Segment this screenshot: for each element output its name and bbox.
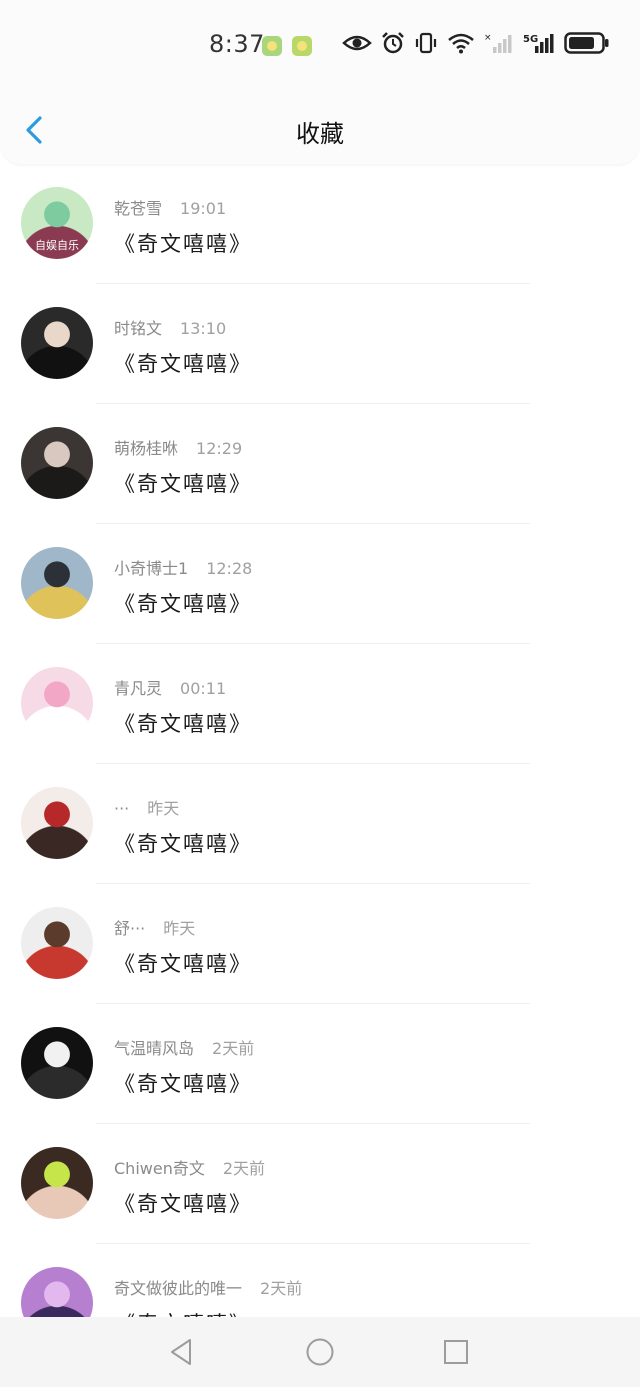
- square-recents-icon[interactable]: [440, 1336, 472, 1368]
- item-meta: 青凡灵 00:11: [114, 675, 226, 699]
- title-bar: 收藏: [0, 92, 640, 164]
- avatar[interactable]: 自娱自乐: [21, 187, 93, 259]
- avatar[interactable]: [21, 1147, 93, 1219]
- item-message: 《奇文嘻嘻》: [114, 712, 252, 736]
- item-message: 《奇文嘻嘻》: [114, 352, 252, 376]
- item-time: 2天前: [212, 1039, 255, 1058]
- list-item[interactable]: 舒··· 昨天《奇文嘻嘻》: [0, 884, 640, 1004]
- sender-name: 气温晴风岛: [114, 1039, 195, 1058]
- sender-name: 乾苍雪: [114, 199, 163, 218]
- signal-icon: ×: [484, 33, 512, 53]
- item-meta: 萌杨桂咻 12:29: [114, 435, 242, 459]
- item-message: 《奇文嘻嘻》: [114, 1192, 252, 1216]
- favorites-list: 自娱自乐 乾苍雪 19:01 《奇文嘻嘻》 时铭文 13:10 《奇文嘻嘻》 萌杨桂咻 12:2…: [0, 164, 640, 1317]
- status-icons: × 5G: [342, 31, 610, 55]
- item-meta: 乾苍雪 19:01: [114, 195, 226, 219]
- list-item[interactable]: 自娱自乐 乾苍雪 19:01 《奇文嘻嘻》: [0, 164, 640, 284]
- vibrate-icon: [415, 32, 437, 54]
- item-time: 2天前: [260, 1279, 303, 1298]
- sender-name: 时铭文: [114, 319, 163, 338]
- avatar[interactable]: [21, 907, 93, 979]
- list-item[interactable]: 气温晴风岛 2天前《奇文嘻嘻》: [0, 1004, 640, 1124]
- item-message: 《奇文嘻嘻》: [114, 472, 252, 496]
- item-time: 昨天: [163, 919, 196, 938]
- avatar-caption: 自娱自乐: [35, 239, 79, 252]
- list-item[interactable]: 奇文做彼此的唯一 2天前《奇文嘻嘻》: [0, 1244, 640, 1317]
- status-time: 8:37: [209, 30, 265, 58]
- triangle-back-icon[interactable]: [166, 1336, 198, 1368]
- avatar[interactable]: [21, 547, 93, 619]
- item-time: 00:11: [180, 679, 227, 698]
- avatar[interactable]: [21, 667, 93, 739]
- wifi-icon: [448, 33, 474, 54]
- item-message: 《奇文嘻嘻》: [114, 232, 252, 256]
- item-time: 12:29: [196, 439, 243, 458]
- item-meta: ··· 昨天: [114, 795, 179, 819]
- sender-name: ···: [114, 799, 130, 818]
- page-title: 收藏: [296, 120, 344, 148]
- item-meta: 时铭文 13:10: [114, 315, 226, 339]
- svg-text:5G: 5G: [523, 34, 538, 45]
- avatar[interactable]: [21, 307, 93, 379]
- signal-icon: 5G: [523, 34, 554, 53]
- item-message: 《奇文嘻嘻》: [114, 1308, 252, 1317]
- eye-icon: [342, 35, 372, 51]
- item-meta: 气温晴风岛 2天前: [114, 1035, 254, 1059]
- item-meta: Chiwen奇文 2天前: [114, 1155, 265, 1179]
- list-item[interactable]: Chiwen奇文 2天前《奇文嘻嘻》: [0, 1124, 640, 1244]
- item-message: 《奇文嘻嘻》: [114, 952, 252, 976]
- circle-home-icon[interactable]: [304, 1336, 336, 1368]
- list-item[interactable]: 小奇博士1 12:28 《奇文嘻嘻》: [0, 524, 640, 644]
- item-time: 12:28: [206, 559, 253, 578]
- alarm-icon: [382, 32, 404, 54]
- avatar[interactable]: [21, 787, 93, 859]
- item-message: 《奇文嘻嘻》: [114, 832, 252, 856]
- app-notification-icon: [262, 36, 282, 56]
- sender-name: Chiwen奇文: [114, 1159, 205, 1178]
- status-bar: 8:37 × 5G: [0, 0, 640, 92]
- item-meta: 小奇博士1 12:28: [114, 555, 252, 579]
- sender-name: 青凡灵: [114, 679, 163, 698]
- avatar[interactable]: [21, 1027, 93, 1099]
- list-item[interactable]: 青凡灵 00:11 《奇文嘻嘻》: [0, 644, 640, 764]
- navigation-bar: [0, 1317, 640, 1387]
- item-time: 19:01: [180, 199, 227, 218]
- item-time: 2天前: [222, 1159, 266, 1178]
- sender-name: 萌杨桂咻: [114, 439, 179, 458]
- list-item[interactable]: 时铭文 13:10 《奇文嘻嘻》: [0, 284, 640, 404]
- sender-name: 奇文做彼此的唯一: [114, 1279, 243, 1298]
- item-message: 《奇文嘻嘻》: [114, 592, 252, 616]
- app-notification-icon: [292, 36, 312, 56]
- avatar[interactable]: [21, 427, 93, 499]
- avatar[interactable]: [21, 1267, 93, 1317]
- list-item[interactable]: ··· 昨天《奇文嘻嘻》: [0, 764, 640, 884]
- item-meta: 奇文做彼此的唯一 2天前: [114, 1275, 302, 1299]
- item-message: 《奇文嘻嘻》: [114, 1072, 252, 1096]
- svg-text:×: ×: [484, 33, 492, 43]
- battery-icon: [564, 32, 609, 54]
- sender-name: 小奇博士1: [114, 559, 189, 578]
- sender-name: 舒···: [114, 919, 146, 938]
- item-time: 13:10: [180, 319, 227, 338]
- item-time: 昨天: [147, 799, 180, 818]
- list-item[interactable]: 萌杨桂咻 12:29 《奇文嘻嘻》: [0, 404, 640, 524]
- item-meta: 舒··· 昨天: [114, 915, 195, 939]
